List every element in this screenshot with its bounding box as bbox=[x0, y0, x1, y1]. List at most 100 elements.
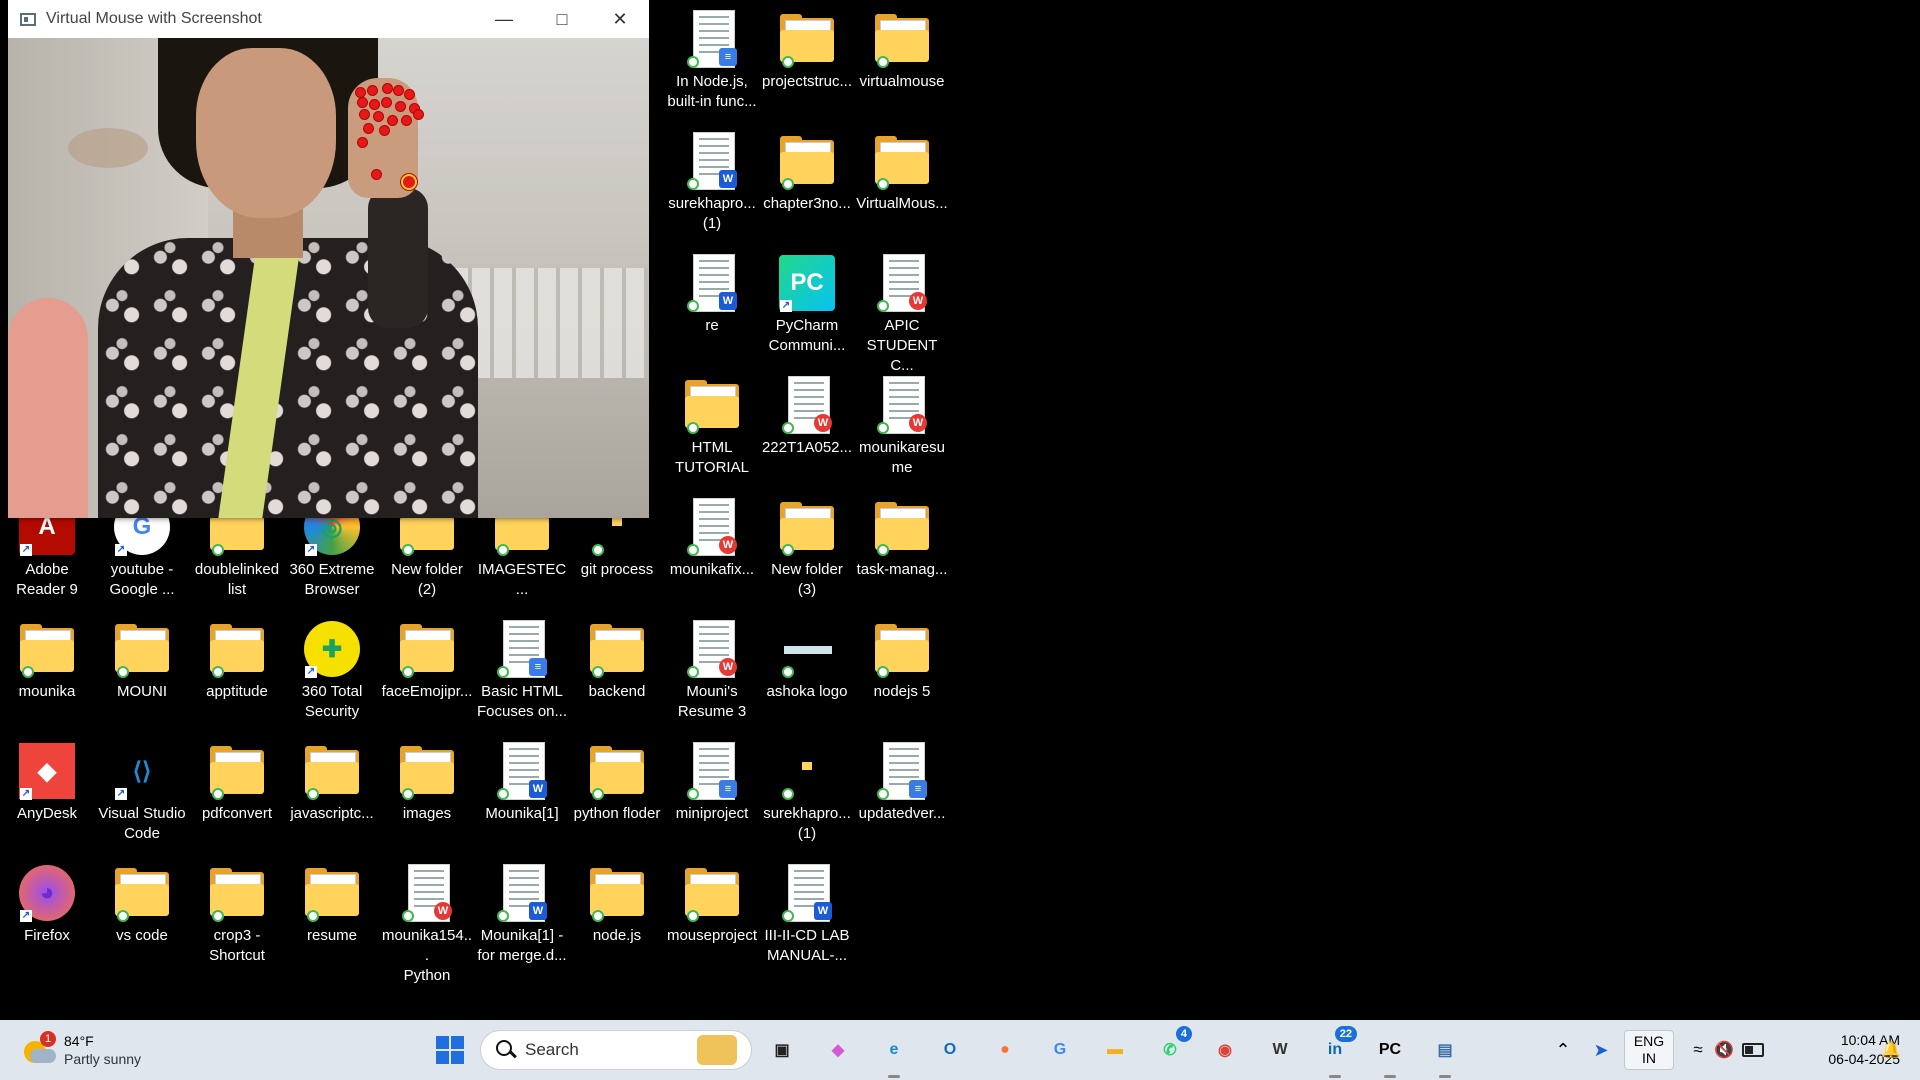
desktop-icon[interactable]: ≡ updatedver... bbox=[856, 734, 948, 854]
wifi-icon[interactable]: ≈ bbox=[1686, 1030, 1710, 1070]
desktop-icon[interactable]: projectstruc... bbox=[761, 2, 853, 122]
desktop-icon[interactable]: nodejs 5 bbox=[856, 612, 948, 732]
task-view-taskbar-button[interactable]: ▣ bbox=[762, 1030, 802, 1070]
desktop-icon-label: 222T1A052... bbox=[761, 439, 853, 456]
weather-icon: 1 bbox=[22, 1031, 56, 1065]
desktop-icon[interactable]: pdfconvert bbox=[191, 734, 283, 854]
desktop-icon-label: virtualmouse bbox=[859, 73, 945, 90]
firefox-taskbar-button[interactable]: ● bbox=[985, 1030, 1025, 1070]
whatsapp-taskbar-button[interactable]: ✆ 4 bbox=[1150, 1026, 1192, 1070]
folder-icon bbox=[681, 374, 743, 436]
desktop-icon[interactable]: PC ↗ PyCharm Communi... bbox=[761, 246, 853, 366]
weather-widget[interactable]: 1 84°F Partly sunny bbox=[22, 1030, 172, 1070]
desktop-icon[interactable]: task-manag... bbox=[856, 490, 948, 610]
location-button[interactable]: ➤ bbox=[1586, 1030, 1616, 1070]
desktop-icon[interactable]: New folder (3) bbox=[761, 490, 853, 610]
desktop-icon-label: III-II-CD LAB MANUAL-... bbox=[764, 927, 850, 964]
app-window[interactable]: Virtual Mouse with Screenshot — □ ✕ bbox=[8, 0, 649, 518]
volume-muted-icon[interactable]: 🔇 bbox=[1712, 1030, 1736, 1070]
desktop-icon-label: 360 Extreme Browser bbox=[289, 561, 375, 598]
desktop-icon[interactable]: mounika bbox=[1, 612, 93, 732]
landmark-dot bbox=[358, 98, 367, 107]
desktop-icon[interactable]: W Mouni's Resume 3 bbox=[666, 612, 758, 732]
desktop-icon[interactable]: virtualmouse bbox=[856, 2, 948, 122]
desktop-icon[interactable]: ashoka logo bbox=[761, 612, 853, 732]
desktop-icon[interactable]: ≡ In Node.js, built-in func... bbox=[666, 2, 758, 122]
desktop-icon[interactable]: vs code bbox=[96, 856, 188, 976]
desktop-icon[interactable]: ⟨⟩ ↗ Visual Studio Code bbox=[96, 734, 188, 854]
desktop-icon[interactable]: node.js bbox=[571, 856, 663, 976]
weather-temp: 84°F bbox=[64, 1033, 94, 1049]
desktop-icon[interactable]: ◆ ↗ AnyDesk bbox=[1, 734, 93, 854]
file-explorer-icon: ▬ bbox=[1107, 1041, 1123, 1058]
desktop-icon[interactable]: Wmounikaresu me bbox=[856, 368, 948, 488]
pycharm-taskbar-button[interactable]: PC bbox=[1370, 1030, 1410, 1078]
chrome-taskbar-button[interactable]: ◉ bbox=[1205, 1030, 1245, 1070]
desktop-icon[interactable]: ≡ miniproject bbox=[666, 734, 758, 854]
desktop-icon-label: vs code bbox=[116, 927, 168, 944]
desktop-icon[interactable]: crop3 - Shortcut bbox=[191, 856, 283, 976]
search-icon bbox=[495, 1039, 517, 1061]
landmark-dot bbox=[388, 116, 397, 125]
outlook-taskbar-button[interactable]: O bbox=[930, 1030, 970, 1070]
start-button[interactable] bbox=[430, 1030, 470, 1070]
desktop-icon[interactable]: HTML TUTORIAL bbox=[666, 368, 758, 488]
desktop-icon[interactable]: MOUNI bbox=[96, 612, 188, 732]
desktop-icon[interactable]: Wre bbox=[666, 246, 758, 366]
battery-icon[interactable] bbox=[1740, 1030, 1766, 1070]
desktop-icon-label: miniproject bbox=[675, 805, 749, 822]
taskbar-search[interactable]: Search bbox=[480, 1030, 752, 1070]
desktop-icon[interactable]: python floder bbox=[571, 734, 663, 854]
desktop-icon[interactable]: Wsurekhapro... (1) bbox=[666, 124, 758, 244]
linkedin-taskbar-button[interactable]: in 22 bbox=[1315, 1026, 1357, 1078]
desktop-icon[interactable]: surekhapro... (1) bbox=[761, 734, 853, 854]
desktop-icon[interactable]: apptitude bbox=[191, 612, 283, 732]
desktop-icon[interactable]: VirtualMous... bbox=[856, 124, 948, 244]
notification-count-badge: 22 bbox=[1334, 1026, 1357, 1042]
desktop-icon[interactable]: images bbox=[381, 734, 473, 854]
weather-alert-badge: 1 bbox=[40, 1031, 56, 1047]
wikipedia-taskbar-button[interactable]: W bbox=[1260, 1030, 1300, 1070]
desktop-icon[interactable]: resume bbox=[286, 856, 378, 976]
landmark-dot bbox=[414, 110, 423, 119]
desktop-icon-label: Basic HTML Focuses on... bbox=[476, 683, 568, 720]
copilot-taskbar-button[interactable]: ◆ bbox=[818, 1030, 858, 1070]
file-explorer-taskbar-button[interactable]: ▬ bbox=[1095, 1030, 1135, 1070]
desktop-icon[interactable]: W Mounika[1] - for merge.d... bbox=[476, 856, 568, 976]
language-indicator[interactable]: ENG IN bbox=[1624, 1030, 1674, 1070]
desktop-icon-label: PyCharm Communi... bbox=[768, 317, 846, 354]
window-titlebar[interactable]: Virtual Mouse with Screenshot — □ ✕ bbox=[8, 0, 649, 38]
desktop-icon[interactable]: backend bbox=[571, 612, 663, 732]
edge-taskbar-button[interactable]: e bbox=[874, 1030, 914, 1078]
desktop-icon[interactable]: faceEmojipr... bbox=[381, 612, 473, 732]
maximize-button[interactable]: □ bbox=[533, 0, 591, 38]
google-taskbar-button[interactable]: G bbox=[1040, 1030, 1080, 1070]
desktop-icon-label: javascriptc... bbox=[290, 805, 374, 822]
desktop-icon[interactable]: ✚ ↗ 360 Total Security bbox=[286, 612, 378, 732]
location-arrow-icon: ➤ bbox=[1593, 1039, 1609, 1060]
desktop-icon[interactable]: ≡ Basic HTML Focuses on... bbox=[476, 612, 568, 732]
landmark-dot bbox=[382, 98, 391, 107]
minimize-button[interactable]: — bbox=[475, 0, 533, 38]
camera-feed bbox=[8, 38, 649, 518]
notifications-button[interactable]: 🔔 bbox=[1876, 1030, 1906, 1070]
desktop-icon[interactable]: mouseproject bbox=[666, 856, 758, 976]
desktop-icon[interactable]: chapter3no... bbox=[761, 124, 853, 244]
show-hidden-icons-button[interactable]: ⌃ bbox=[1548, 1030, 1578, 1070]
desktop-icon[interactable]: W APIC STUDENT C... bbox=[856, 246, 948, 374]
python-app-taskbar-button[interactable]: ▤ bbox=[1425, 1030, 1465, 1078]
desktop-icon[interactable]: W III-II-CD LAB MANUAL-... bbox=[761, 856, 853, 976]
desktop-icon[interactable]: Wmounikafix... bbox=[666, 490, 758, 610]
desktop-icon[interactable]: Wmounika154... Python bbox=[381, 856, 473, 984]
document-icon: W bbox=[871, 252, 933, 314]
desktop-icon[interactable]: ◕ ↗ Firefox bbox=[1, 856, 93, 976]
desktop-icon[interactable]: W Mounika[1] bbox=[476, 734, 568, 854]
desktop-icon[interactable]: W 222T1A052... bbox=[761, 368, 853, 488]
folder-icon bbox=[871, 130, 933, 192]
folder-icon bbox=[776, 496, 838, 558]
close-button[interactable]: ✕ bbox=[591, 0, 649, 38]
pycharm-icon: PC bbox=[1378, 1041, 1402, 1058]
desktop-icon[interactable]: javascriptc... bbox=[286, 734, 378, 854]
landmark-dot bbox=[405, 90, 414, 99]
copilot-icon: ◆ bbox=[831, 1042, 845, 1059]
